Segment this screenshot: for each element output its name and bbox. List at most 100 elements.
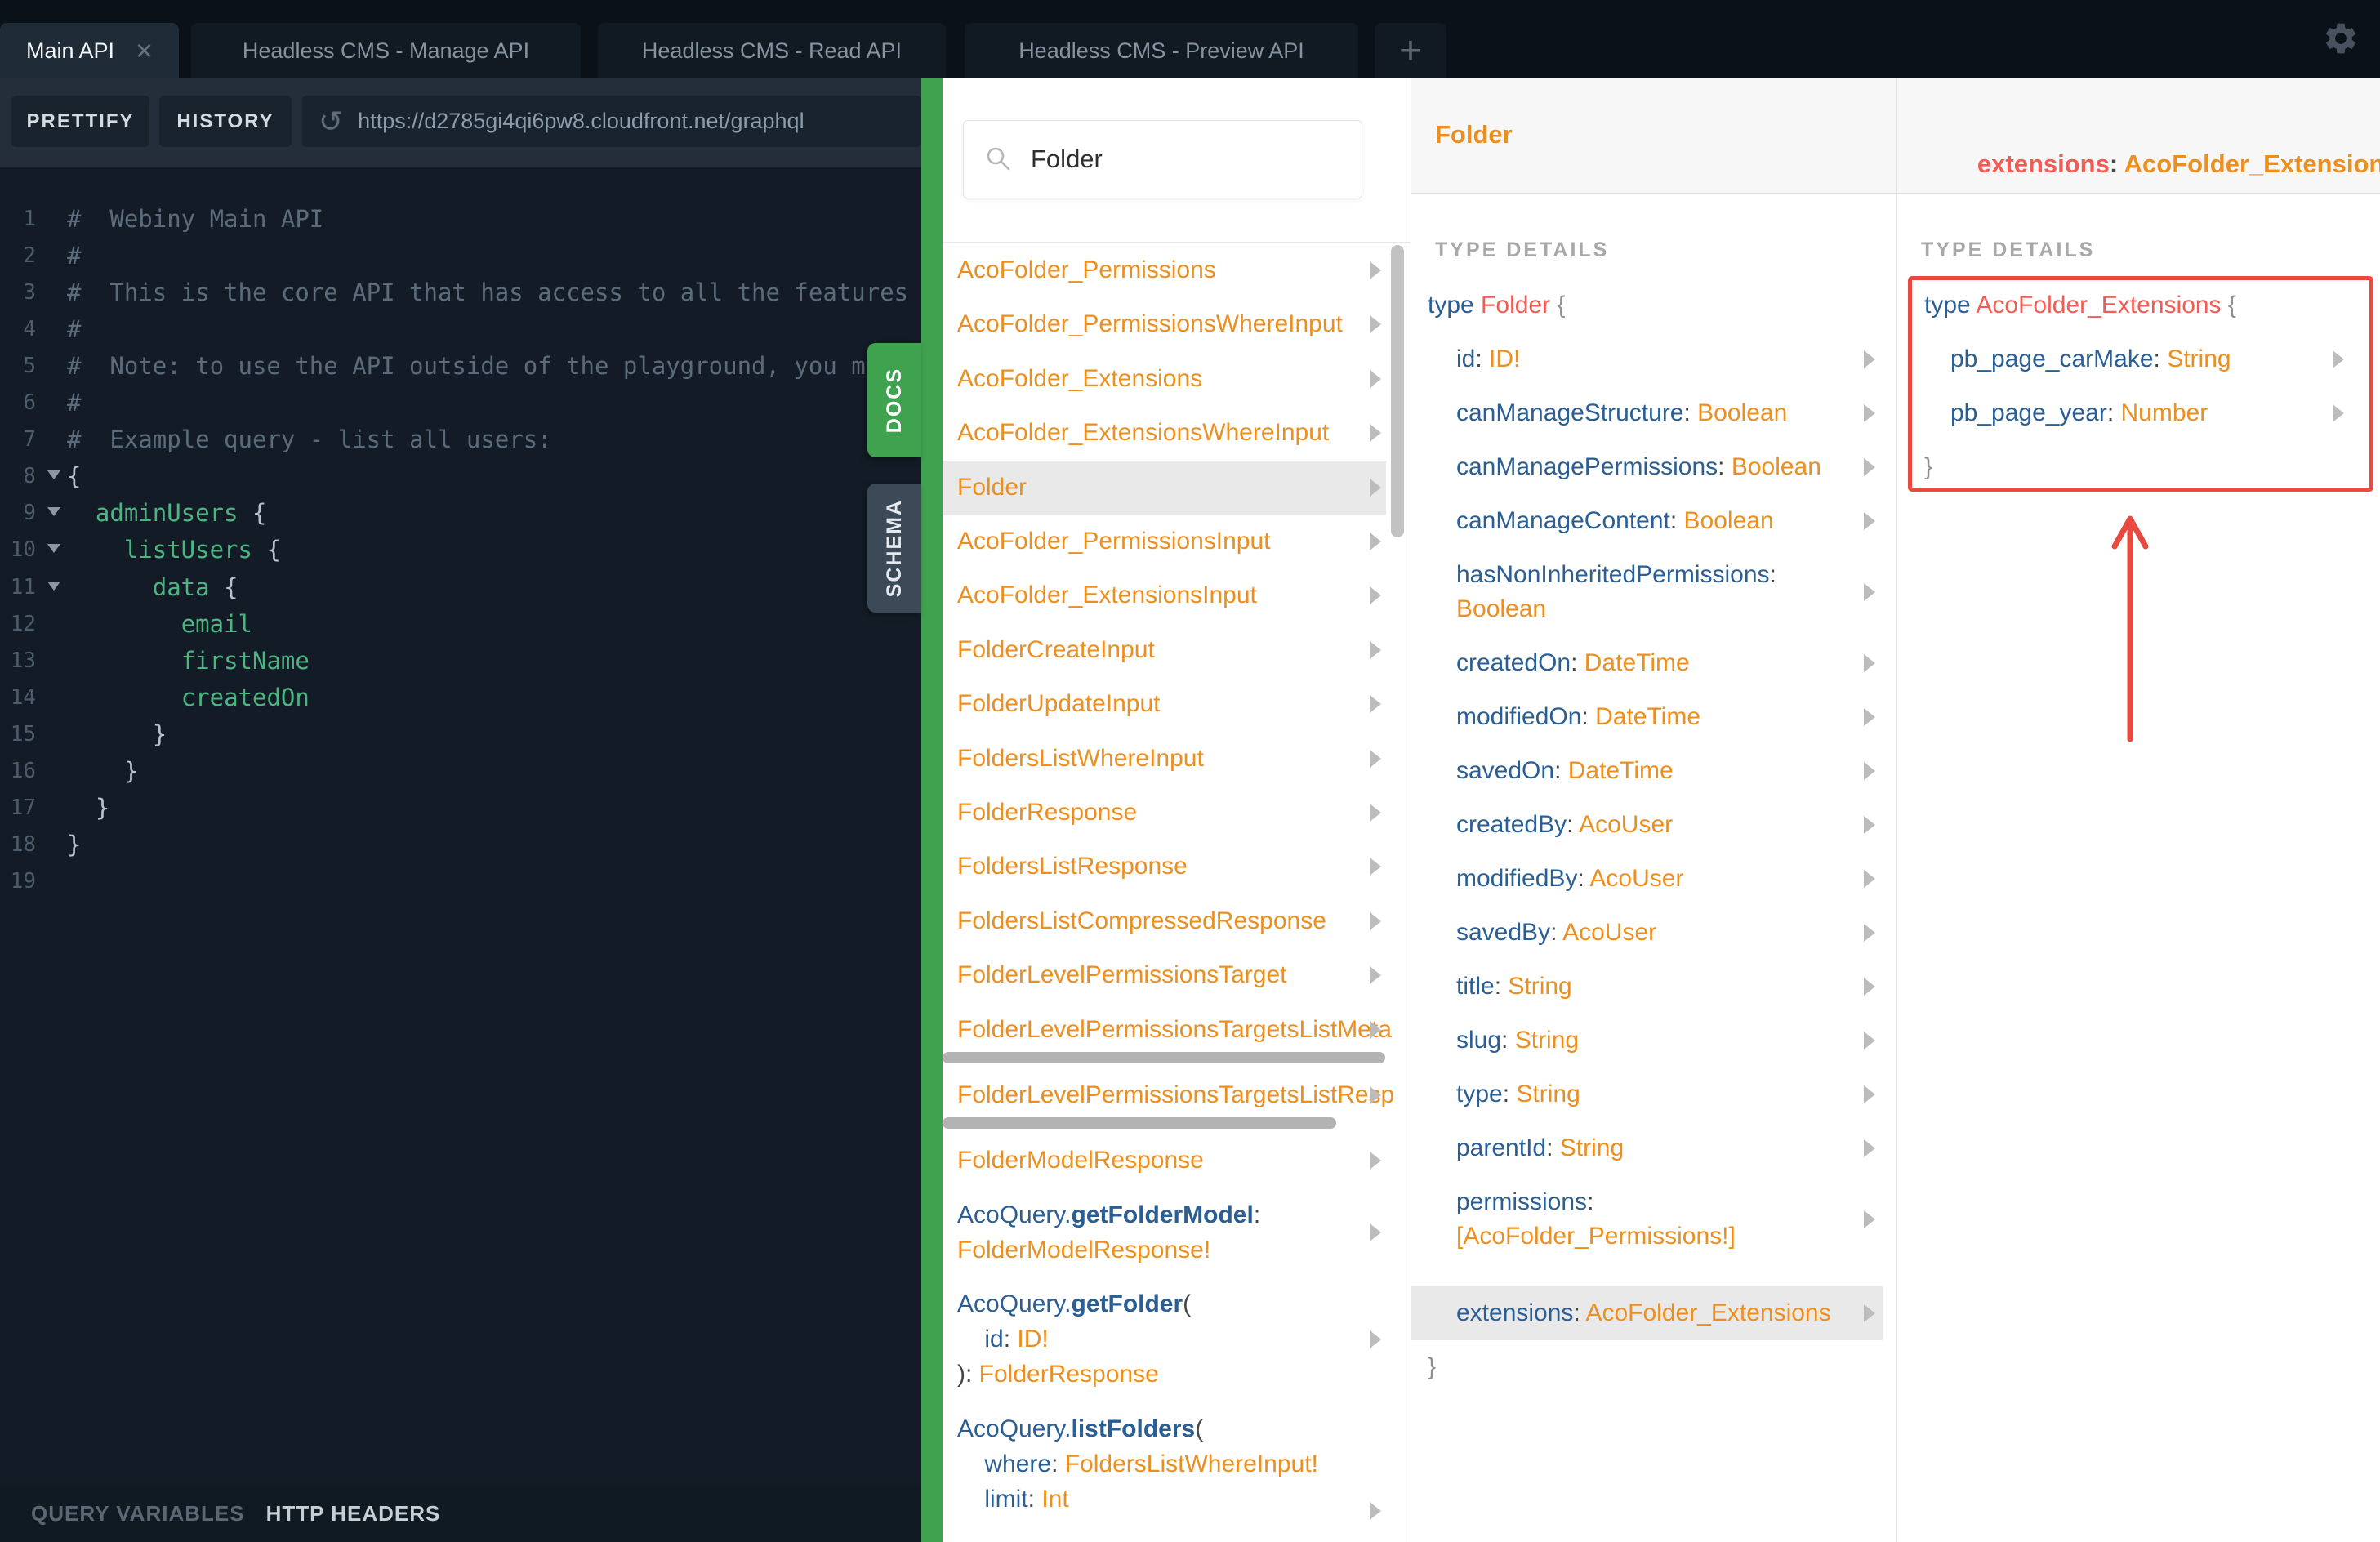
settings-gear-icon[interactable] xyxy=(2322,20,2360,57)
http-headers-tab[interactable]: HTTP HEADERS xyxy=(266,1501,441,1526)
token: String xyxy=(1514,1027,1580,1054)
field-canmanagestructure[interactable]: canManageStructure: Boolean xyxy=(1456,395,1787,431)
doc-item-acoquery-getfoldermodel[interactable]: AcoQuery.getFolderModel: xyxy=(946,1197,1393,1233)
new-tab-button[interactable]: + xyxy=(1375,23,1446,78)
doc-item-acoquery-getfolder[interactable]: id: ID! xyxy=(946,1321,1393,1357)
field-createdon[interactable]: createdOn: DateTime xyxy=(1456,645,1690,681)
field-hasnoninheritedpermissions[interactable]: hasNonInheritedPermissions: xyxy=(1456,557,1776,593)
query-variables-tab[interactable]: QUERY VARIABLES xyxy=(31,1501,245,1526)
doc-item-acoquery-getfoldermodel[interactable]: FolderModelResponse! xyxy=(946,1232,1393,1268)
reload-icon[interactable]: ↺ xyxy=(319,106,343,136)
query-editor[interactable]: 1 # Webiny Main API 2 #3 # This is the core … xyxy=(0,167,921,1486)
endpoint-url-input[interactable] xyxy=(356,108,921,135)
field-modifiedby[interactable]: modifiedBy: AcoUser xyxy=(1456,861,1683,897)
field-pb-page-year[interactable]: pb_page_year: Number xyxy=(1950,395,2208,431)
doc-item-acoquery-getfolder[interactable]: AcoQuery.getFolder( xyxy=(946,1286,1393,1322)
doc-item-acofolder-extensionsinput[interactable]: AcoFolder_ExtensionsInput xyxy=(946,577,1393,613)
doc-item-acoquery-listfolders[interactable]: where: FoldersListWhereInput! xyxy=(946,1446,1393,1482)
expand-arrow-icon xyxy=(1370,1330,1381,1349)
field-pb-page-carmake[interactable]: pb_page_carMake: String xyxy=(1950,341,2231,377)
field-id[interactable]: id: ID! xyxy=(1456,341,1520,377)
token: String xyxy=(1516,1081,1580,1107)
field-parentid[interactable]: parentId: String xyxy=(1456,1130,1624,1166)
token: String xyxy=(1559,1134,1625,1161)
doc-item-acoquery-listfolders[interactable]: AcoQuery.listFolders( xyxy=(946,1411,1393,1447)
doc-item-foldermodelresponse[interactable]: FolderModelResponse xyxy=(946,1143,1393,1179)
expand-arrow-icon xyxy=(1370,966,1381,985)
doc-item-folderslistresponse[interactable]: FoldersListResponse xyxy=(946,849,1393,885)
close-tab-icon[interactable]: × xyxy=(136,36,153,65)
schema-side-tab-label: SCHEMA xyxy=(882,498,906,598)
doc-item-folderresponse[interactable]: FolderResponse xyxy=(946,795,1393,831)
tab-label: Headless CMS - Preview API xyxy=(1018,38,1304,63)
line-number: 7 xyxy=(23,427,36,452)
doc-item-folderlevelpermissionstarget[interactable]: FolderLevelPermissionsTarget xyxy=(946,957,1393,993)
doc-item-folderslistcompressedresponse[interactable]: FoldersListCompressedResponse xyxy=(946,903,1393,939)
token: ID! xyxy=(1489,345,1521,372)
doc-item-text: AcoQuery.getFolderModel: xyxy=(946,1197,1260,1233)
expand-arrow-icon xyxy=(1864,1032,1875,1050)
field-permissions-type[interactable]: [AcoFolder_Permissions!] xyxy=(1456,1219,1736,1255)
field-modifiedon[interactable]: modifiedOn: DateTime xyxy=(1456,699,1700,735)
token: { xyxy=(238,499,267,528)
field-title[interactable]: title: String xyxy=(1456,969,1572,1005)
horizontal-scrollbar[interactable] xyxy=(943,1117,1336,1129)
pane-divider[interactable] xyxy=(921,78,943,1542)
docs-side-tab[interactable]: DOCS xyxy=(867,343,921,457)
field-permissions[interactable]: permissions: xyxy=(1456,1184,1593,1220)
token: Boolean xyxy=(1697,399,1788,426)
fold-caret-icon[interactable] xyxy=(47,581,60,591)
token: title xyxy=(1456,973,1495,1000)
tab-headless-cms-preview-api[interactable]: Headless CMS - Preview API xyxy=(965,23,1358,78)
expand-arrow-icon xyxy=(1864,762,1875,780)
closing-brace: } xyxy=(1428,1349,1436,1385)
doc-search-input[interactable] xyxy=(1029,144,1343,175)
fold-caret-icon[interactable] xyxy=(47,470,60,480)
tab-headless-cms-manage-api[interactable]: Headless CMS - Manage API xyxy=(191,23,581,78)
doc-item-folderlevelpermissionstargetslistmeta[interactable]: FolderLevelPermissionsTargetsListMeta xyxy=(946,1012,1393,1048)
doc-item-folder[interactable]: Folder xyxy=(946,470,1393,506)
fold-caret-icon[interactable] xyxy=(47,544,60,554)
doc-item-acofolder-permissions[interactable]: AcoFolder_Permissions xyxy=(946,252,1393,288)
doc-item-text: FolderModelResponse xyxy=(946,1143,1204,1179)
prettify-button[interactable]: PRETTIFY xyxy=(11,96,149,147)
expand-arrow-icon xyxy=(1864,350,1875,368)
doc-list-vertical-scrollbar[interactable] xyxy=(1391,245,1404,537)
field-canmanagecontent[interactable]: canManageContent: Boolean xyxy=(1456,503,1774,539)
doc-item-acofolder-extensions[interactable]: AcoFolder_Extensions xyxy=(946,361,1393,397)
doc-item-foldercreateinput[interactable]: FolderCreateInput xyxy=(946,632,1393,668)
token: : xyxy=(1494,973,1509,1000)
horizontal-scrollbar[interactable] xyxy=(943,1051,1385,1063)
code-text: # Webiny Main API xyxy=(67,201,323,238)
doc-item-folderslistwhereinput[interactable]: FoldersListWhereInput xyxy=(946,741,1393,777)
field-createdby[interactable]: createdBy: AcoUser xyxy=(1456,807,1673,843)
field-hasnoninheritedpermissions-type[interactable]: Boolean xyxy=(1456,591,1546,627)
field-extensions[interactable]: extensions: AcoFolder_Extensions xyxy=(1456,1295,1831,1331)
doc-item-folderlevelpermissionstargetslistrespo[interactable]: FolderLevelPermissionsTargetsListRespo xyxy=(946,1077,1393,1113)
token: : xyxy=(1577,865,1590,892)
doc-item-acofolder-permissionswhereinput[interactable]: AcoFolder_PermissionsWhereInput xyxy=(946,306,1393,342)
doc-item-acoquery-getfolder[interactable]: ): FolderResponse xyxy=(946,1357,1393,1393)
token: savedBy xyxy=(1456,919,1551,946)
field-canmanagepermissions[interactable]: canManagePermissions: Boolean xyxy=(1456,449,1821,485)
doc-item-acofolder-permissionsinput[interactable]: AcoFolder_PermissionsInput xyxy=(946,524,1393,559)
history-button[interactable]: HISTORY xyxy=(159,96,292,147)
expand-arrow-icon xyxy=(1864,1210,1875,1228)
tab-main-api[interactable]: Main API × xyxy=(0,23,179,78)
expand-arrow-icon xyxy=(1864,816,1875,834)
field-savedon[interactable]: savedOn: DateTime xyxy=(1456,753,1674,789)
token: String xyxy=(1508,973,1572,1000)
tab-headless-cms-read-api[interactable]: Headless CMS - Read API xyxy=(598,23,946,78)
token: FolderModelResponse xyxy=(957,1147,1204,1174)
field-type[interactable]: type: String xyxy=(1456,1076,1580,1112)
field-savedby[interactable]: savedBy: AcoUser xyxy=(1456,915,1656,951)
doc-item-folderupdateinput[interactable]: FolderUpdateInput xyxy=(946,686,1393,722)
doc-item-acoquery-listfolders[interactable]: limit: Int xyxy=(946,1482,1393,1517)
code-text: createdOn xyxy=(67,680,310,716)
doc-item-acofolder-extensionswhereinput[interactable]: AcoFolder_ExtensionsWhereInput xyxy=(946,415,1393,451)
fold-caret-icon[interactable] xyxy=(47,507,60,517)
field-slug[interactable]: slug: String xyxy=(1456,1023,1579,1058)
schema-side-tab[interactable]: SCHEMA xyxy=(867,484,921,613)
